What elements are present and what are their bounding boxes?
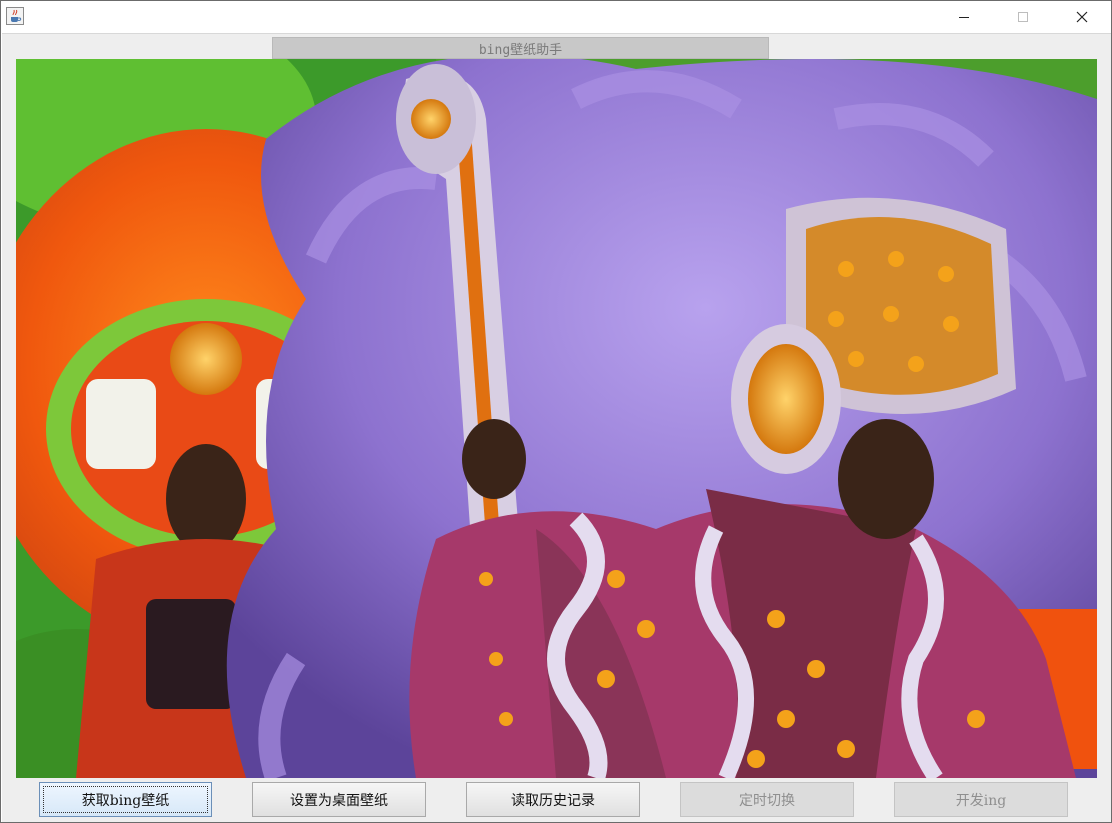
maximize-icon	[1018, 11, 1028, 22]
close-button[interactable]	[1059, 1, 1105, 32]
app-title-label: bing壁纸助手	[272, 37, 769, 59]
content-panel: bing壁纸助手 获取bing壁纸 设置为桌面壁纸 读取历史记录 定时切换 开发…	[2, 33, 1111, 822]
set-desktop-wallpaper-button[interactable]: 设置为桌面壁纸	[252, 782, 426, 817]
title-bar[interactable]	[1, 1, 1111, 33]
developing-button[interactable]: 开发ing	[894, 782, 1068, 817]
wallpaper-image	[16, 59, 1097, 778]
minimize-button[interactable]	[941, 1, 987, 32]
minimize-icon	[959, 16, 969, 18]
app-window: bing壁纸助手 获取bing壁纸 设置为桌面壁纸 读取历史记录 定时切换 开发…	[0, 0, 1112, 823]
read-history-button[interactable]: 读取历史记录	[466, 782, 640, 817]
java-cup-icon[interactable]	[6, 7, 24, 25]
timed-switch-button[interactable]: 定时切换	[680, 782, 854, 817]
maximize-button[interactable]	[1000, 1, 1046, 32]
close-icon	[1076, 11, 1088, 22]
fetch-bing-wallpaper-button[interactable]: 获取bing壁纸	[39, 782, 212, 817]
